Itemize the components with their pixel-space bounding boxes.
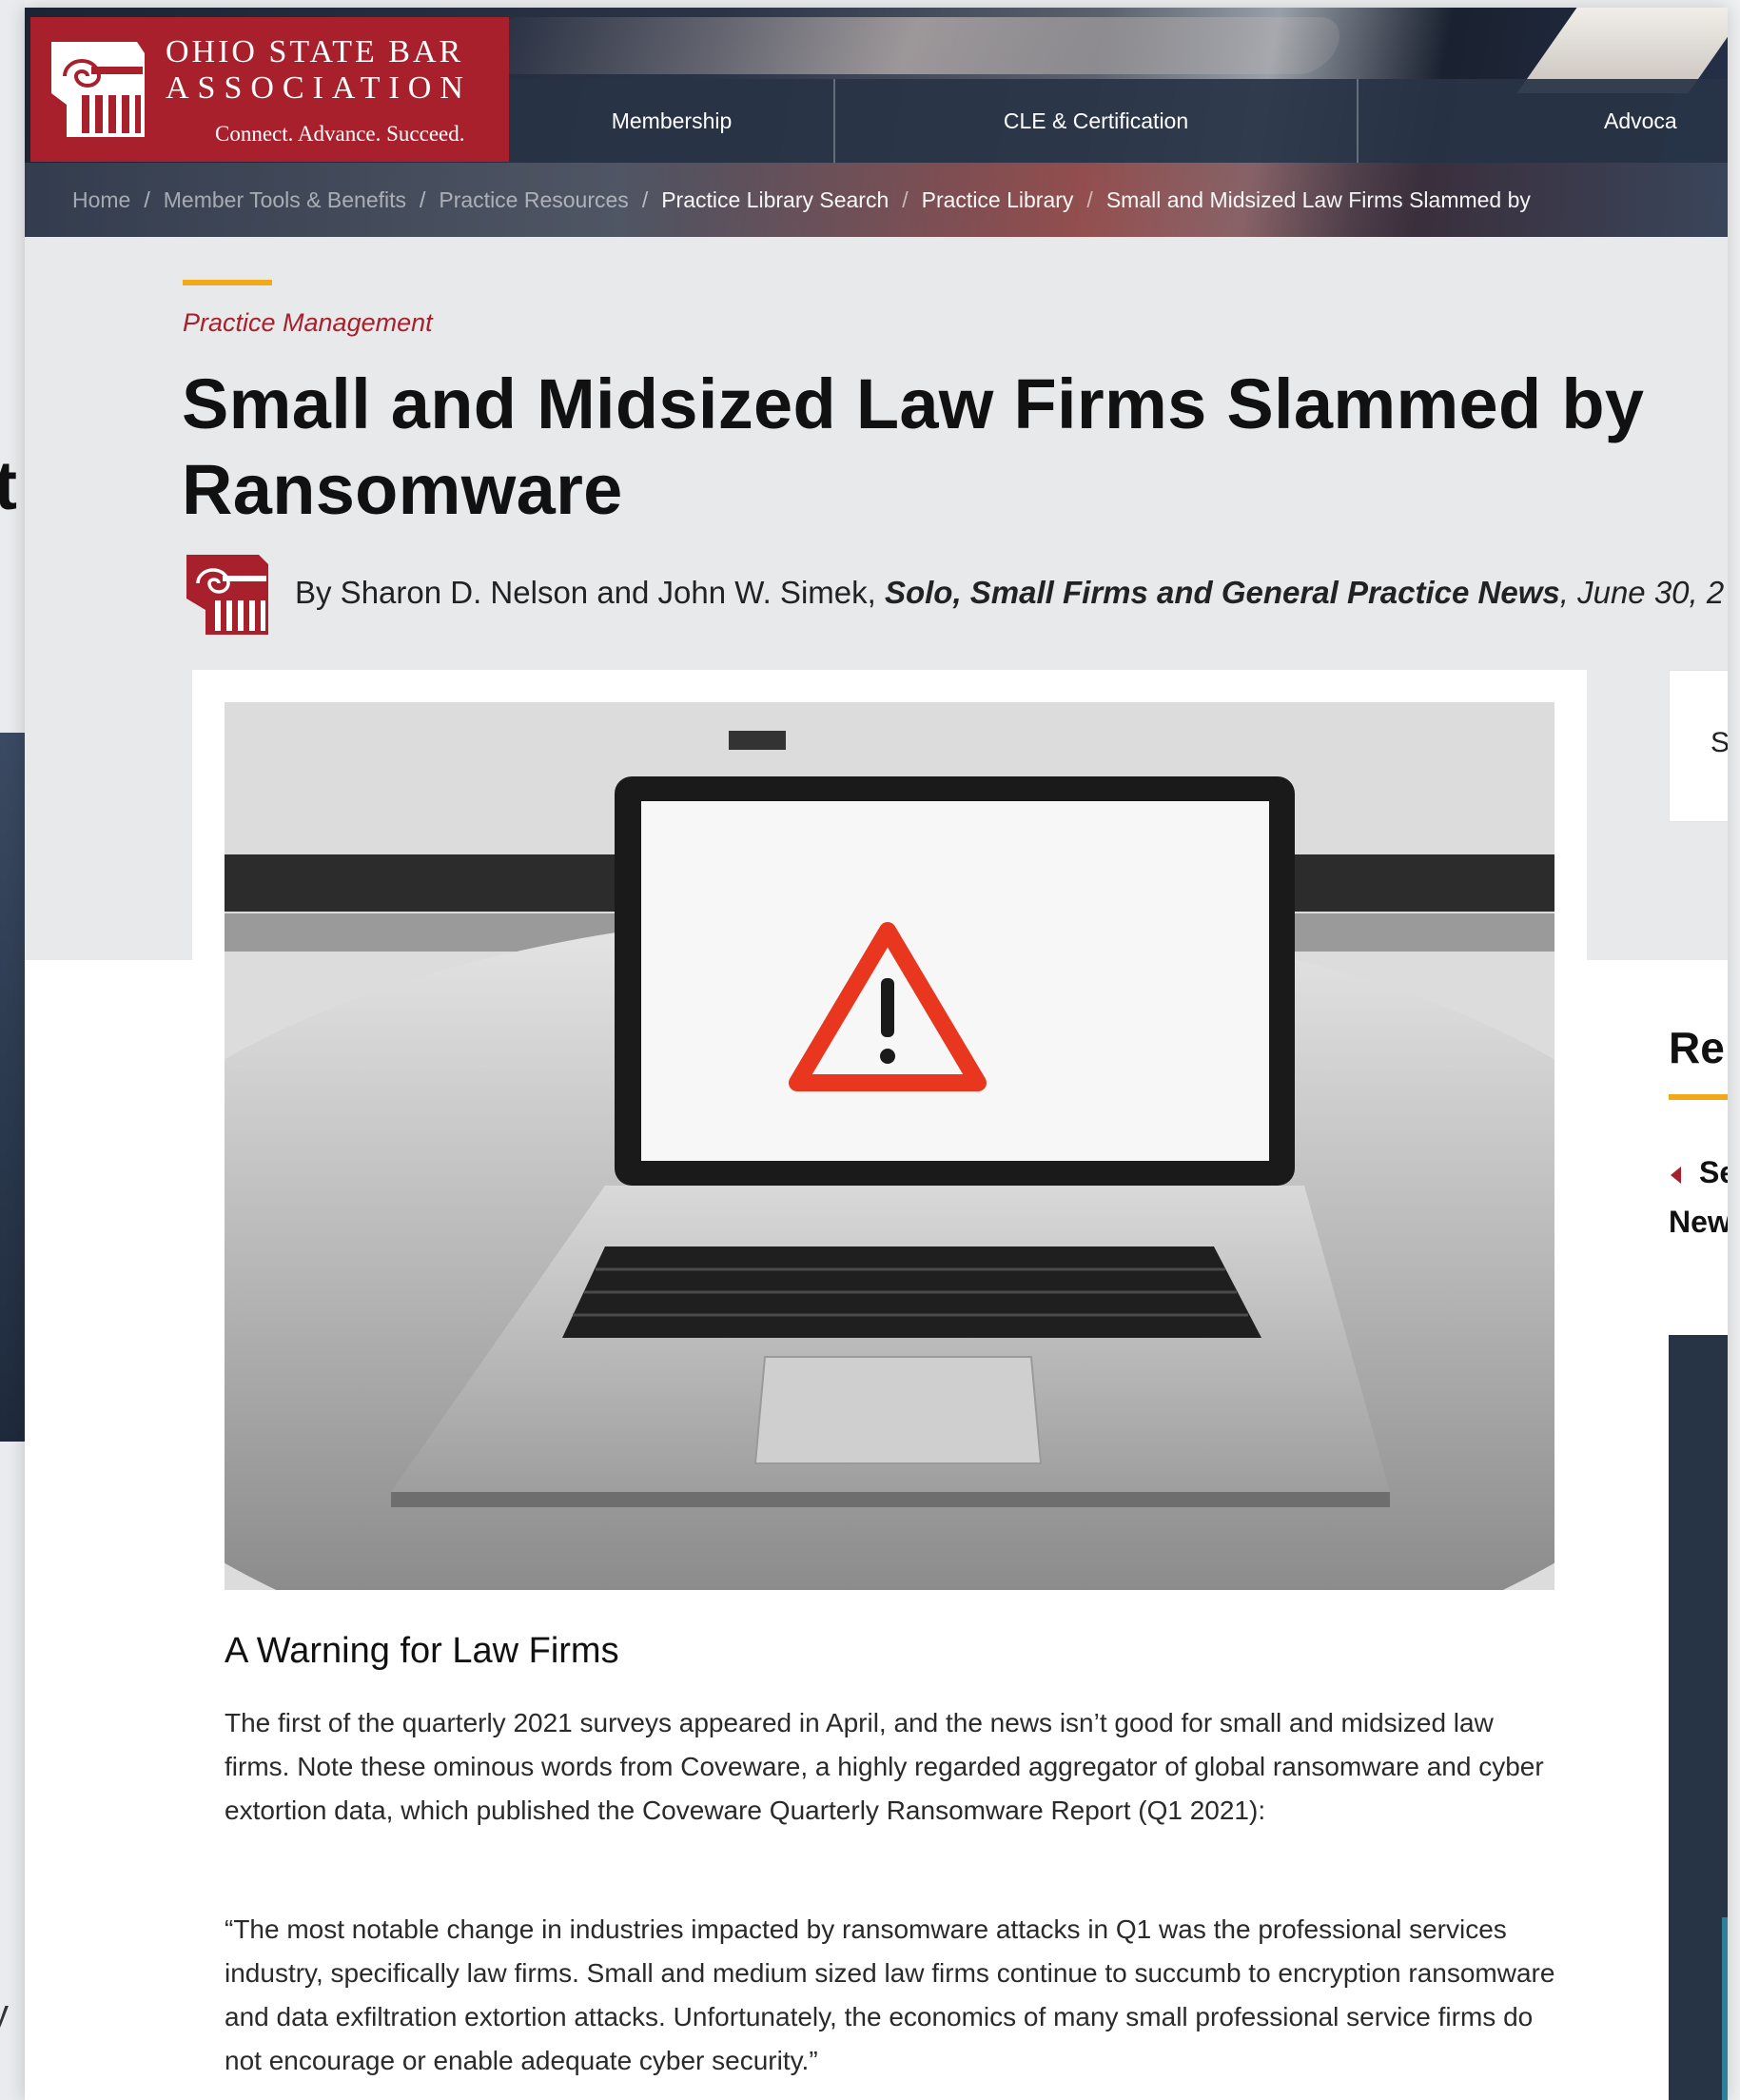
byline-authors: By Sharon D. Nelson and John W. Simek, <box>295 575 885 610</box>
background-letter: y <box>0 1993 9 2034</box>
sidebar-link-continued[interactable]: New <box>1669 1205 1728 1240</box>
laptop-warning-icon <box>225 702 1554 1590</box>
main-nav: Membership CLE & Certification Advoca <box>510 79 1728 163</box>
article-title: Small and Midsized Law Firms Slammed by … <box>182 364 1645 529</box>
breadcrumb-separator: / <box>641 187 649 212</box>
sidebar-link[interactable]: Se <box>1699 1155 1728 1190</box>
breadcrumb-member-tools[interactable]: Member Tools & Benefits <box>164 187 406 212</box>
caret-left-icon <box>1671 1167 1681 1184</box>
ionic-column-icon <box>51 42 145 137</box>
nav-item-cle[interactable]: CLE & Certification <box>835 79 1357 163</box>
background-band <box>0 733 25 1442</box>
sidebar-heading: Re <box>1669 1023 1725 1072</box>
category-accent-bar <box>183 280 272 285</box>
byline-publication: Solo, Small Firms and General Practice N… <box>884 575 1560 610</box>
background-left: t y <box>0 0 25 2100</box>
breadcrumb-separator: / <box>420 187 426 212</box>
section-heading: A Warning for Law Firms <box>225 1631 619 1671</box>
logo-subtitle: ASSOCIATION <box>166 70 472 106</box>
breadcrumb-separator: / <box>1086 187 1093 212</box>
article-quote: “The most notable change in industries i… <box>225 1914 1555 2075</box>
nav-divider <box>1357 79 1359 163</box>
article-category[interactable]: Practice Management <box>183 308 433 338</box>
article-byline: By Sharon D. Nelson and John W. Simek, S… <box>295 575 1724 611</box>
background-letter: t <box>0 448 17 524</box>
sidebar-promo-accent <box>1722 1917 1728 2100</box>
logo-title: OHIO STATE BAR <box>166 34 464 69</box>
site-logo[interactable]: OHIO STATE BAR ASSOCIATION Connect. Adva… <box>30 17 509 162</box>
nav-item-membership[interactable]: Membership <box>510 79 833 163</box>
breadcrumb-practice-resources[interactable]: Practice Resources <box>439 187 628 212</box>
breadcrumb: Home / Member Tools & Benefits / Practice Re… <box>72 163 1531 237</box>
logo-tagline: Connect. Advance. Succeed. <box>215 122 465 146</box>
breadcrumb-separator: / <box>902 187 909 212</box>
author-logo-icon <box>186 555 268 635</box>
breadcrumb-separator: / <box>144 187 150 212</box>
header-decoration <box>471 17 1348 74</box>
nav-item-advocacy[interactable]: Advoca <box>1604 79 1728 163</box>
sidebar-search-label: S <box>1711 727 1728 758</box>
article-paragraph: The first of the quarterly 2021 surveys … <box>225 1708 1544 1825</box>
article-hero-image <box>225 702 1554 1590</box>
breadcrumb-practice-library[interactable]: Practice Library <box>922 187 1074 212</box>
sidebar-promo-panel <box>1669 1335 1728 2100</box>
breadcrumb-home[interactable]: Home <box>72 187 130 212</box>
browser-page: Membership CLE & Certification Advoca OH… <box>25 8 1728 2100</box>
byline-date: , June 30, 2 <box>1559 575 1725 610</box>
breadcrumb-library-search[interactable]: Practice Library Search <box>661 187 889 212</box>
breadcrumb-current: Small and Midsized Law Firms Slammed by <box>1105 187 1531 212</box>
sidebar-heading-underline <box>1669 1094 1728 1100</box>
